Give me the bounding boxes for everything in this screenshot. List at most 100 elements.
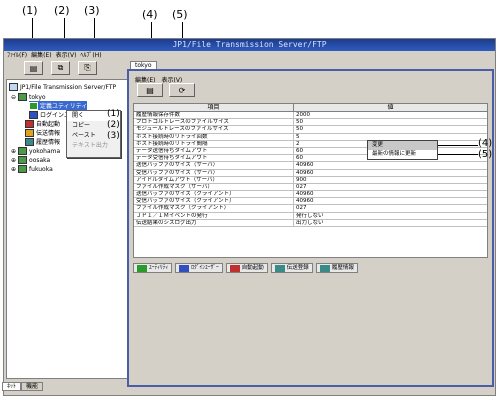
table-row[interactable]: 受信バッファのサイズ（サーバ） 40960 [134, 169, 487, 177]
tree-host-oosaka[interactable]: ⊕ oosaka [11, 156, 50, 164]
tab-history[interactable]: 履歴情報 [315, 263, 358, 273]
row-item: ＪＰ１／ＩＭイベントの発行 [134, 212, 294, 219]
row-value: 40960 [296, 169, 314, 176]
callout-2: (2) [54, 4, 70, 17]
row-item: 履歴情報保存件数 [134, 112, 294, 119]
row-item: 伝送結果のシスログ出力 [134, 219, 294, 226]
callout-line-4b [438, 145, 478, 146]
open-icon: ▤ [29, 63, 38, 73]
paste-button[interactable]: ⎘ [78, 61, 97, 75]
ctx-text-output[interactable]: テキスト出力 [67, 141, 120, 151]
table-row[interactable]: 履歴情報保存件数 2000 [134, 112, 487, 120]
tree-item-transfer[interactable]: 伝送情報 [25, 128, 60, 137]
row-item: ファイル作成マスク（サーバ） [134, 183, 294, 191]
menu-edit[interactable]: 編集(E) [31, 51, 51, 61]
table-row[interactable]: アイドルタイムアウト（サーバ） 900 [134, 176, 487, 184]
menu-file[interactable]: ﾌｧｲﾙ(F) [7, 51, 27, 61]
open-button[interactable]: ▤ [24, 61, 43, 75]
ctx-refresh[interactable]: 最新の情報に更新 [368, 150, 437, 159]
copy-button[interactable]: ⧉ [51, 61, 70, 75]
table-row[interactable]: プロトコルトレースのファイルサイズ 50 [134, 119, 487, 127]
table-row[interactable]: 送信バッファのサイズ（サーバ） 40960 [134, 162, 487, 170]
row-value: 出力しない [296, 219, 324, 226]
host-icon [18, 147, 28, 155]
history-icon [319, 264, 330, 272]
paste-icon: ⎘ [84, 63, 91, 72]
tree-root[interactable]: JP1/File Transmission Server/FTP [9, 83, 116, 91]
tree-item-autostart[interactable]: 自動起動 [25, 119, 60, 128]
row-value: 900 [296, 176, 307, 183]
refresh-icon: ⟳ [178, 85, 186, 95]
table-row[interactable]: モジュールトレースのファイルサイズ 50 [134, 126, 487, 134]
header-value: 値 [387, 104, 394, 111]
left-toolbar: ▤ ⧉ ⎘ [6, 61, 126, 77]
table-row[interactable]: ファイル作成マスク（クライアント） 027 [134, 205, 487, 213]
row-value: 発行しない [296, 212, 324, 219]
ctx-change[interactable]: 変更 [368, 141, 437, 150]
row-value: 40960 [296, 198, 314, 205]
tab-utility[interactable]: ﾕｰﾃｨﾘﾃｨ [133, 263, 173, 273]
right-panel: 編集(E) 表示(V) ▤ ⟳ 項目 値 履歴情報保存件数 2000 プロトコルトレ… [127, 69, 494, 387]
bottom-tabs: ﾕｰﾃｨﾘﾃｨ ﾛｸﾞｲﾝﾕｰｻﾞｰ 自動起動 伝送登録 履歴情報 [133, 263, 358, 273]
row-value: 027 [296, 183, 307, 190]
refresh-button[interactable]: ⟳ [169, 83, 195, 97]
table-row[interactable]: ＪＰ１／ＩＭイベントの発行 発行しない [134, 212, 487, 220]
row-value: 5 [296, 133, 300, 140]
table-row[interactable]: 送信バッファのサイズ（クライアント） 40960 [134, 191, 487, 199]
table-row[interactable]: 伝送結果のシスログ出力 出力しない [134, 219, 487, 227]
host-icon [18, 156, 28, 164]
tab-login-user[interactable]: ﾛｸﾞｲﾝﾕｰｻﾞｰ [175, 263, 223, 273]
edit-button[interactable]: ▤ [137, 83, 163, 97]
tab-autostart[interactable]: 自動起動 [225, 263, 268, 273]
row-item: プロトコルトレースのファイルサイズ [134, 119, 294, 126]
row-value: 40960 [296, 191, 314, 198]
row-value: 50 [296, 126, 303, 133]
ctx-mark-3: (3) [107, 131, 120, 141]
row-value: 40960 [296, 162, 314, 169]
tree-host-fukuoka[interactable]: ⊕ fukuoka [11, 165, 53, 173]
host-icon [18, 93, 28, 101]
callout-4: (4) [142, 8, 158, 21]
tab-function[interactable]: 機能 [21, 382, 44, 391]
tree-item-history[interactable]: 履歴情報 [25, 137, 60, 146]
row-item: データ送信待ちタイムアウト [134, 147, 294, 155]
window-title: JP1/File Transmission Server/FTP [4, 39, 495, 51]
row-item: ファイル作成マスク（クライアント） [134, 205, 294, 212]
tree-host-yokohama[interactable]: ⊕ yokohama [11, 147, 60, 155]
ctx-mark-1: (1) [107, 109, 120, 119]
row-value: 027 [296, 205, 307, 212]
edit-icon: ▤ [146, 85, 154, 95]
collapse-icon: ⊕ [11, 165, 17, 173]
row-value: 50 [296, 119, 303, 126]
ctx-mark-2: (2) [107, 120, 120, 130]
login-icon [29, 110, 38, 119]
menu-view[interactable]: 表示(V) [56, 51, 77, 61]
autostart-icon [25, 119, 34, 128]
copy-icon: ⧉ [57, 63, 64, 72]
tab-transfer[interactable]: 伝送登録 [270, 263, 313, 273]
table-header: 項目 値 [134, 104, 487, 112]
row-item: 受信バッファのサイズ（サーバ） [134, 169, 294, 176]
table-row[interactable]: ファイル作成マスク（サーバ） 027 [134, 183, 487, 192]
collapse-icon: ⊕ [11, 156, 17, 164]
transfer-icon [25, 128, 34, 137]
table-row[interactable]: 受信バッファのサイズ（クライアント） 40960 [134, 198, 487, 206]
server-icon [9, 83, 18, 91]
collapse-icon: ⊕ [11, 147, 17, 155]
row-item: データ受信待ちタイムアウト [134, 155, 294, 162]
settings-table: 項目 値 履歴情報保存件数 2000 プロトコルトレースのファイルサイズ 50 モジュー… [133, 103, 488, 258]
row-item: ホスト接続時のリトライ間隔 [134, 140, 294, 147]
row-item: アイドルタイムアウト（サーバ） [134, 176, 294, 183]
tab-net[interactable]: ﾈｯﾄ [2, 382, 22, 391]
callout-1: (1) [22, 4, 38, 17]
autostart-icon [229, 264, 240, 272]
tree-item-utility[interactable]: 定義ユティリティ [29, 101, 88, 110]
row-item: 送信バッファのサイズ（サーバ） [134, 162, 294, 169]
table-body: 履歴情報保存件数 2000 プロトコルトレースのファイルサイズ 50 モジュールトレース… [134, 112, 487, 227]
host-icon [18, 165, 28, 173]
utility-icon [137, 264, 147, 272]
tree-host-tokyo[interactable]: ⊖ tokyo [11, 93, 46, 101]
menu-help[interactable]: ﾍﾙﾌﾟ(H) [80, 51, 101, 61]
history-icon [25, 137, 34, 146]
row-value: 2000 [296, 112, 310, 118]
